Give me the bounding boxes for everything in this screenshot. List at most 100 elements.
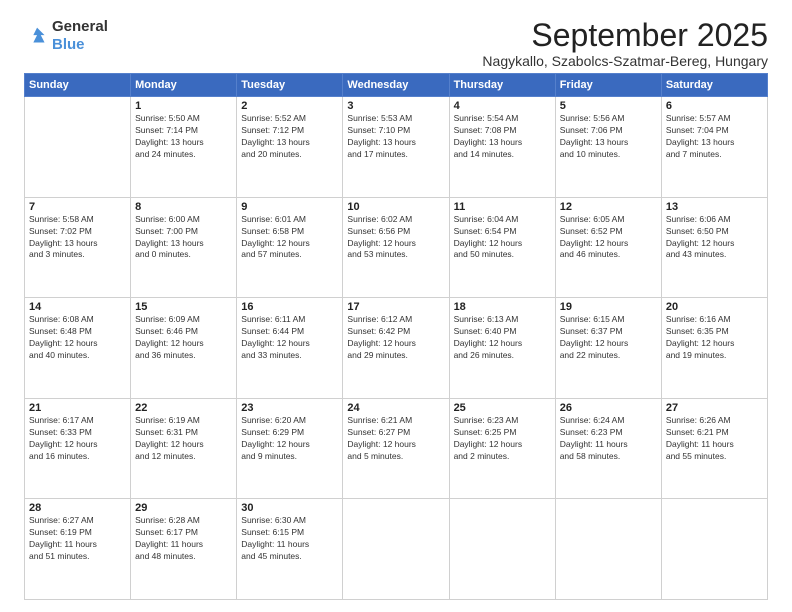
day-info: Sunrise: 6:24 AM Sunset: 6:23 PM Dayligh…: [560, 415, 657, 463]
day-cell: 21Sunrise: 6:17 AM Sunset: 6:33 PM Dayli…: [25, 398, 131, 499]
day-info: Sunrise: 6:23 AM Sunset: 6:25 PM Dayligh…: [454, 415, 551, 463]
day-number: 11: [454, 201, 551, 213]
day-cell: [343, 499, 449, 600]
header-sunday: Sunday: [25, 74, 131, 97]
day-cell: [661, 499, 767, 600]
day-cell: 3Sunrise: 5:53 AM Sunset: 7:10 PM Daylig…: [343, 97, 449, 198]
day-info: Sunrise: 6:30 AM Sunset: 6:15 PM Dayligh…: [241, 515, 338, 563]
day-cell: 13Sunrise: 6:06 AM Sunset: 6:50 PM Dayli…: [661, 197, 767, 298]
day-number: 10: [347, 201, 444, 213]
day-number: 16: [241, 301, 338, 313]
day-cell: 27Sunrise: 6:26 AM Sunset: 6:21 PM Dayli…: [661, 398, 767, 499]
day-cell: [449, 499, 555, 600]
page: General Blue September 2025 Nagykallo, S…: [0, 0, 792, 612]
day-cell: 22Sunrise: 6:19 AM Sunset: 6:31 PM Dayli…: [131, 398, 237, 499]
day-cell: 7Sunrise: 5:58 AM Sunset: 7:02 PM Daylig…: [25, 197, 131, 298]
day-info: Sunrise: 6:02 AM Sunset: 6:56 PM Dayligh…: [347, 214, 444, 262]
day-info: Sunrise: 5:57 AM Sunset: 7:04 PM Dayligh…: [666, 113, 763, 161]
month-title: September 2025: [482, 18, 768, 53]
day-number: 21: [29, 402, 126, 414]
day-info: Sunrise: 6:01 AM Sunset: 6:58 PM Dayligh…: [241, 214, 338, 262]
day-cell: 11Sunrise: 6:04 AM Sunset: 6:54 PM Dayli…: [449, 197, 555, 298]
header-friday: Friday: [555, 74, 661, 97]
day-info: Sunrise: 6:15 AM Sunset: 6:37 PM Dayligh…: [560, 314, 657, 362]
day-cell: 24Sunrise: 6:21 AM Sunset: 6:27 PM Dayli…: [343, 398, 449, 499]
day-cell: 10Sunrise: 6:02 AM Sunset: 6:56 PM Dayli…: [343, 197, 449, 298]
day-info: Sunrise: 6:16 AM Sunset: 6:35 PM Dayligh…: [666, 314, 763, 362]
day-number: 15: [135, 301, 232, 313]
day-number: 29: [135, 502, 232, 514]
day-number: 17: [347, 301, 444, 313]
day-info: Sunrise: 6:21 AM Sunset: 6:27 PM Dayligh…: [347, 415, 444, 463]
day-number: 27: [666, 402, 763, 414]
day-cell: 5Sunrise: 5:56 AM Sunset: 7:06 PM Daylig…: [555, 97, 661, 198]
day-number: 7: [29, 201, 126, 213]
day-number: 24: [347, 402, 444, 414]
day-cell: 2Sunrise: 5:52 AM Sunset: 7:12 PM Daylig…: [237, 97, 343, 198]
day-number: 23: [241, 402, 338, 414]
day-number: 5: [560, 100, 657, 112]
day-info: Sunrise: 6:05 AM Sunset: 6:52 PM Dayligh…: [560, 214, 657, 262]
header-thursday: Thursday: [449, 74, 555, 97]
day-number: 1: [135, 100, 232, 112]
day-info: Sunrise: 6:12 AM Sunset: 6:42 PM Dayligh…: [347, 314, 444, 362]
day-cell: 19Sunrise: 6:15 AM Sunset: 6:37 PM Dayli…: [555, 298, 661, 399]
day-cell: 30Sunrise: 6:30 AM Sunset: 6:15 PM Dayli…: [237, 499, 343, 600]
day-info: Sunrise: 6:13 AM Sunset: 6:40 PM Dayligh…: [454, 314, 551, 362]
day-info: Sunrise: 5:56 AM Sunset: 7:06 PM Dayligh…: [560, 113, 657, 161]
week-row-4: 21Sunrise: 6:17 AM Sunset: 6:33 PM Dayli…: [25, 398, 768, 499]
day-cell: 20Sunrise: 6:16 AM Sunset: 6:35 PM Dayli…: [661, 298, 767, 399]
day-number: 6: [666, 100, 763, 112]
day-info: Sunrise: 5:50 AM Sunset: 7:14 PM Dayligh…: [135, 113, 232, 161]
week-row-1: 1Sunrise: 5:50 AM Sunset: 7:14 PM Daylig…: [25, 97, 768, 198]
day-cell: 29Sunrise: 6:28 AM Sunset: 6:17 PM Dayli…: [131, 499, 237, 600]
day-info: Sunrise: 6:00 AM Sunset: 7:00 PM Dayligh…: [135, 214, 232, 262]
logo-icon: [24, 22, 52, 50]
day-info: Sunrise: 5:52 AM Sunset: 7:12 PM Dayligh…: [241, 113, 338, 161]
logo: General Blue: [24, 18, 108, 54]
header-tuesday: Tuesday: [237, 74, 343, 97]
day-cell: [555, 499, 661, 600]
header-wednesday: Wednesday: [343, 74, 449, 97]
day-cell: 1Sunrise: 5:50 AM Sunset: 7:14 PM Daylig…: [131, 97, 237, 198]
day-cell: 9Sunrise: 6:01 AM Sunset: 6:58 PM Daylig…: [237, 197, 343, 298]
day-number: 14: [29, 301, 126, 313]
day-info: Sunrise: 6:20 AM Sunset: 6:29 PM Dayligh…: [241, 415, 338, 463]
day-info: Sunrise: 6:04 AM Sunset: 6:54 PM Dayligh…: [454, 214, 551, 262]
day-number: 8: [135, 201, 232, 213]
day-number: 9: [241, 201, 338, 213]
day-number: 18: [454, 301, 551, 313]
day-info: Sunrise: 6:09 AM Sunset: 6:46 PM Dayligh…: [135, 314, 232, 362]
day-info: Sunrise: 6:08 AM Sunset: 6:48 PM Dayligh…: [29, 314, 126, 362]
day-cell: 8Sunrise: 6:00 AM Sunset: 7:00 PM Daylig…: [131, 197, 237, 298]
week-row-5: 28Sunrise: 6:27 AM Sunset: 6:19 PM Dayli…: [25, 499, 768, 600]
day-cell: [25, 97, 131, 198]
day-number: 25: [454, 402, 551, 414]
day-cell: 4Sunrise: 5:54 AM Sunset: 7:08 PM Daylig…: [449, 97, 555, 198]
day-number: 4: [454, 100, 551, 112]
day-info: Sunrise: 6:19 AM Sunset: 6:31 PM Dayligh…: [135, 415, 232, 463]
weekday-header-row: Sunday Monday Tuesday Wednesday Thursday…: [25, 74, 768, 97]
day-cell: 14Sunrise: 6:08 AM Sunset: 6:48 PM Dayli…: [25, 298, 131, 399]
title-area: September 2025 Nagykallo, Szabolcs-Szatm…: [482, 18, 768, 69]
location-title: Nagykallo, Szabolcs-Szatmar-Bereg, Hunga…: [482, 53, 768, 69]
day-number: 20: [666, 301, 763, 313]
day-info: Sunrise: 6:11 AM Sunset: 6:44 PM Dayligh…: [241, 314, 338, 362]
day-cell: 6Sunrise: 5:57 AM Sunset: 7:04 PM Daylig…: [661, 97, 767, 198]
day-info: Sunrise: 5:54 AM Sunset: 7:08 PM Dayligh…: [454, 113, 551, 161]
day-cell: 16Sunrise: 6:11 AM Sunset: 6:44 PM Dayli…: [237, 298, 343, 399]
day-cell: 23Sunrise: 6:20 AM Sunset: 6:29 PM Dayli…: [237, 398, 343, 499]
day-number: 2: [241, 100, 338, 112]
day-cell: 12Sunrise: 6:05 AM Sunset: 6:52 PM Dayli…: [555, 197, 661, 298]
header-monday: Monday: [131, 74, 237, 97]
day-number: 22: [135, 402, 232, 414]
day-number: 30: [241, 502, 338, 514]
day-cell: 18Sunrise: 6:13 AM Sunset: 6:40 PM Dayli…: [449, 298, 555, 399]
logo-general: General: [52, 18, 108, 35]
day-info: Sunrise: 6:06 AM Sunset: 6:50 PM Dayligh…: [666, 214, 763, 262]
day-number: 26: [560, 402, 657, 414]
day-cell: 17Sunrise: 6:12 AM Sunset: 6:42 PM Dayli…: [343, 298, 449, 399]
day-cell: 28Sunrise: 6:27 AM Sunset: 6:19 PM Dayli…: [25, 499, 131, 600]
day-number: 28: [29, 502, 126, 514]
day-info: Sunrise: 6:17 AM Sunset: 6:33 PM Dayligh…: [29, 415, 126, 463]
